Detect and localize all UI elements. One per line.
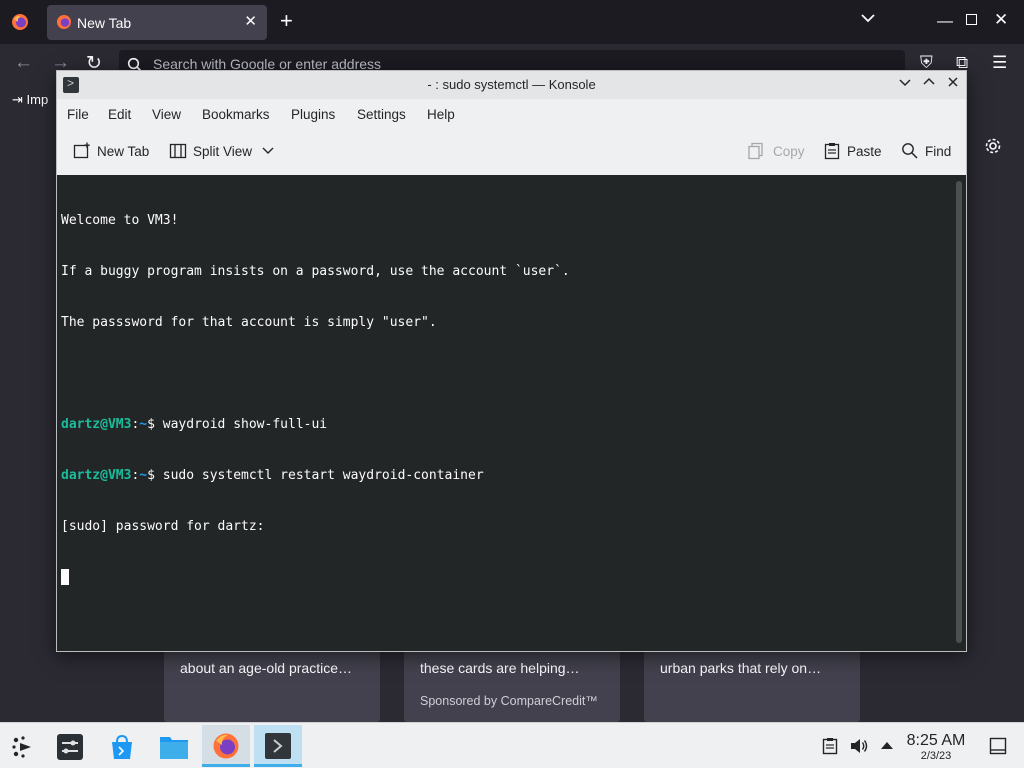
- clock-date: 2/3/23: [920, 750, 952, 762]
- prompt-user: dartz@VM3: [61, 468, 132, 483]
- close-window-icon[interactable]: ✕: [994, 10, 1008, 30]
- menu-settings[interactable]: Settings: [357, 107, 406, 122]
- chevron-down-icon[interactable]: [860, 12, 876, 24]
- menu-bar: File Edit View Bookmarks Plugins Setting…: [57, 99, 966, 129]
- minimize-icon[interactable]: —: [937, 13, 953, 31]
- tab-new-tab[interactable]: New Tab ✕: [47, 5, 267, 40]
- card-text: these cards are helping…: [420, 660, 580, 676]
- firefox-icon: [57, 15, 71, 29]
- paste-icon[interactable]: [823, 142, 841, 160]
- app-launcher-button[interactable]: [0, 725, 48, 767]
- shopping-bag-icon: [112, 734, 132, 759]
- prompt-dollar: $: [147, 417, 163, 432]
- settings-icon: [57, 734, 83, 760]
- copy-button: Copy: [773, 144, 805, 159]
- terminal-line: If a buggy program insists on a password…: [61, 264, 570, 279]
- menu-icon[interactable]: ☰: [992, 53, 1007, 73]
- command-text: waydroid show-full-ui: [162, 417, 328, 432]
- firefox-tab-bar: New Tab ✕ + — ✕: [0, 0, 1024, 44]
- firefox-icon[interactable]: [11, 13, 29, 31]
- menu-edit[interactable]: Edit: [108, 107, 131, 122]
- prompt-user: dartz@VM3: [61, 417, 132, 432]
- card-text: urban parks that rely on…: [660, 660, 822, 676]
- split-view-button[interactable]: Split View: [193, 144, 252, 159]
- show-desktop-icon[interactable]: [989, 737, 1007, 755]
- chevron-down-icon[interactable]: [261, 145, 275, 157]
- folder-icon: [160, 737, 188, 759]
- menu-view[interactable]: View: [152, 107, 181, 122]
- copy-icon: [748, 142, 763, 160]
- paste-button[interactable]: Paste: [847, 144, 882, 159]
- window-title: - : sudo systemctl — Konsole: [427, 77, 596, 92]
- terminal-line: [sudo] password for dartz:: [61, 519, 265, 534]
- taskbar-discover[interactable]: [98, 725, 146, 767]
- card-text: about an age-old practice…: [180, 660, 352, 676]
- app-launcher-icon: [12, 736, 31, 758]
- taskbar-system-settings[interactable]: [46, 725, 94, 767]
- gear-icon[interactable]: [984, 137, 1002, 155]
- konsole-window: > - : sudo systemctl — Konsole File Edit…: [56, 70, 967, 652]
- close-icon[interactable]: ✕: [244, 12, 257, 30]
- card-sponsor: Sponsored by CompareCredit™: [420, 694, 598, 708]
- new-tab-button[interactable]: New Tab: [97, 144, 149, 159]
- new-tab-button[interactable]: +: [280, 9, 293, 33]
- prompt-path: ~: [139, 417, 148, 432]
- konsole-title-bar[interactable]: > - : sudo systemctl — Konsole: [57, 71, 966, 99]
- prompt-dollar: $: [147, 468, 163, 483]
- volume-icon[interactable]: [849, 737, 869, 755]
- close-icon[interactable]: [946, 75, 960, 89]
- command-text: sudo systemctl restart waydroid-containe…: [162, 468, 484, 483]
- menu-help[interactable]: Help: [427, 107, 455, 122]
- firefox-icon: [213, 733, 239, 759]
- maximize-icon[interactable]: [966, 14, 977, 25]
- chevron-up-icon[interactable]: [880, 740, 894, 750]
- story-card[interactable]: urban parks that rely on…: [644, 644, 860, 724]
- prompt-path: ~: [139, 468, 148, 483]
- import-bookmarks-link[interactable]: ⇥ Imp: [12, 92, 48, 108]
- new-tab-icon[interactable]: [73, 142, 91, 160]
- search-icon[interactable]: [901, 142, 919, 160]
- menu-bookmarks[interactable]: Bookmarks: [202, 107, 270, 122]
- scrollbar[interactable]: [956, 181, 962, 643]
- story-card[interactable]: these cards are helping… Sponsored by Co…: [404, 644, 620, 724]
- taskbar-konsole[interactable]: [254, 725, 302, 767]
- tab-title: New Tab: [77, 15, 132, 31]
- split-view-icon[interactable]: [169, 142, 187, 160]
- terminal-prompt-line: dartz@VM3:~$ sudo systemctl restart wayd…: [61, 467, 570, 484]
- taskbar-file-manager[interactable]: [150, 725, 198, 767]
- find-button[interactable]: Find: [925, 144, 951, 159]
- terminal-line: The passsword for that account is simply…: [61, 315, 437, 330]
- taskbar-firefox[interactable]: [202, 725, 250, 767]
- text-cursor: [61, 569, 69, 585]
- menu-plugins[interactable]: Plugins: [291, 107, 335, 122]
- terminal-view[interactable]: Welcome to VM3! If a buggy program insis…: [57, 175, 966, 651]
- terminal-icon: [265, 733, 291, 759]
- maximize-icon[interactable]: [922, 75, 936, 89]
- story-card[interactable]: about an age-old practice…: [164, 644, 380, 724]
- clock-time: 8:25 AM: [906, 732, 966, 749]
- back-icon[interactable]: ←: [14, 52, 33, 74]
- taskbar: 8:25 AM 2/3/23: [0, 722, 1024, 768]
- terminal-output: Welcome to VM3! If a buggy program insis…: [61, 178, 570, 620]
- clipboard-icon[interactable]: [822, 737, 838, 755]
- terminal-line: Welcome to VM3!: [61, 213, 179, 228]
- toolbar: New Tab Split View Copy Paste Find: [57, 129, 966, 175]
- cursor-line: [61, 569, 570, 586]
- terminal-prompt-line: dartz@VM3:~$ waydroid show-full-ui: [61, 416, 570, 433]
- clock[interactable]: 8:25 AM 2/3/23: [896, 732, 976, 763]
- minimize-icon[interactable]: [898, 75, 912, 89]
- menu-file[interactable]: File: [67, 107, 89, 122]
